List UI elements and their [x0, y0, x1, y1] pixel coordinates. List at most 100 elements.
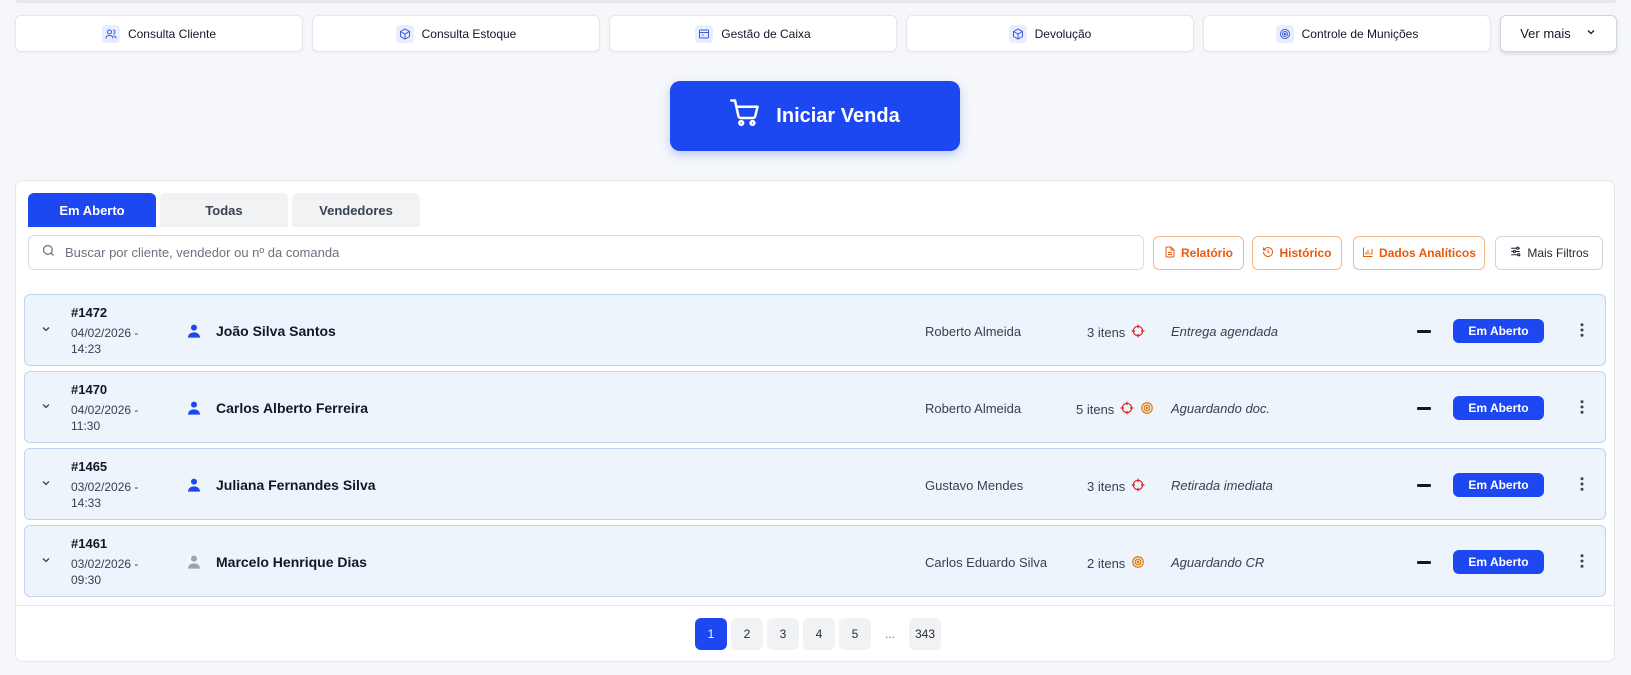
more-vertical-icon[interactable]: [1573, 475, 1591, 496]
page-button-5[interactable]: 5: [839, 618, 871, 650]
status-badge[interactable]: Em Aberto: [1453, 550, 1544, 574]
iniciar-venda-label: Iniciar Venda: [776, 104, 900, 127]
users-icon: [101, 24, 120, 43]
more-vertical-icon[interactable]: [1573, 552, 1591, 573]
order-date: 03/02/2026 -: [71, 557, 139, 571]
quick-action-label: Devolução: [1034, 26, 1092, 41]
order-tabs: Em Aberto Todas Vendedores: [28, 193, 420, 227]
box-icon: [395, 24, 414, 43]
document-icon: [1164, 246, 1176, 261]
quick-action-consulta-cliente[interactable]: Consulta Cliente: [15, 15, 303, 52]
quick-action-devolucao[interactable]: Devolução: [906, 15, 1194, 52]
relatorio-button[interactable]: Relatório: [1153, 236, 1244, 270]
dados-analiticos-label: Dados Analíticos: [1379, 246, 1476, 260]
order-date: 03/02/2026 -: [71, 480, 139, 494]
search-input[interactable]: [65, 245, 1143, 260]
quick-action-label: Consulta Estoque: [421, 26, 517, 41]
person-icon: [186, 323, 202, 342]
historico-label: Histórico: [1279, 246, 1332, 260]
chevron-down-icon[interactable]: [40, 554, 52, 569]
items-count: 2 itens: [1087, 555, 1145, 572]
items-label: 2 itens: [1087, 556, 1126, 571]
ver-mais-label: Ver mais: [1520, 26, 1571, 41]
relatorio-label: Relatório: [1180, 246, 1233, 260]
page-button-4[interactable]: 4: [803, 618, 835, 650]
quick-action-gestao-caixa[interactable]: Gestão de Caixa: [609, 15, 897, 52]
table-row[interactable]: #1472 04/02/2026 - 14:23 João Silva Santo…: [24, 294, 1606, 366]
mais-filtros-button[interactable]: Mais Filtros: [1495, 236, 1603, 270]
person-icon: [186, 477, 202, 496]
pagination: 1 2 3 4 5 ... 343: [695, 618, 941, 650]
order-date: 04/02/2026 -: [71, 403, 139, 417]
page-button-last[interactable]: 343: [909, 618, 941, 650]
quick-actions-bar: Consulta Cliente Consulta Estoque Gestão…: [15, 15, 1617, 52]
minus-icon: [1417, 330, 1431, 333]
quick-action-label: Consulta Cliente: [127, 26, 217, 41]
quick-action-controle-municoes[interactable]: Controle de Munições: [1203, 15, 1491, 52]
status-badge[interactable]: Em Aberto: [1453, 473, 1544, 497]
order-info: #1472 04/02/2026 - 14:23: [71, 305, 161, 357]
person-icon: [186, 400, 202, 419]
tab-em-aberto[interactable]: Em Aberto: [28, 193, 156, 227]
customer-name: Marcelo Henrique Dias: [216, 554, 367, 570]
crosshair-icon: [1131, 324, 1145, 341]
status-badge[interactable]: Em Aberto: [1453, 319, 1544, 343]
quick-action-label: Controle de Munições: [1301, 26, 1419, 41]
more-vertical-icon[interactable]: [1573, 321, 1591, 342]
quick-action-label: Gestão de Caixa: [721, 26, 811, 41]
cash-register-icon: [695, 24, 714, 43]
dados-analiticos-button[interactable]: Dados Analíticos: [1353, 236, 1485, 270]
status-badge[interactable]: Em Aberto: [1453, 396, 1544, 420]
tab-todas[interactable]: Todas: [160, 193, 288, 227]
historico-button[interactable]: Histórico: [1252, 236, 1342, 270]
iniciar-venda-button[interactable]: Iniciar Venda: [670, 81, 960, 151]
seller-name: Gustavo Mendes: [925, 478, 1024, 493]
customer-name: João Silva Santos: [216, 323, 336, 339]
page-button-3[interactable]: 3: [767, 618, 799, 650]
chevron-down-icon[interactable]: [40, 323, 52, 338]
pagination-divider: [16, 605, 1614, 606]
order-note: Entrega agendada: [1171, 324, 1278, 339]
minus-icon: [1417, 484, 1431, 487]
table-row[interactable]: #1461 03/02/2026 - 09:30 Marcelo Henrique…: [24, 525, 1606, 597]
chevron-down-icon: [1585, 26, 1597, 41]
table-row[interactable]: #1465 03/02/2026 - 14:33 Juliana Fernande…: [24, 448, 1606, 520]
order-time: 11:30: [71, 419, 101, 433]
order-note: Aguardando doc.: [1171, 401, 1271, 416]
crosshair-icon: [1131, 478, 1145, 495]
minus-icon: [1417, 561, 1431, 564]
search-box: [28, 235, 1144, 270]
order-time: 14:23: [71, 342, 102, 356]
quick-action-consulta-estoque[interactable]: Consulta Estoque: [312, 15, 600, 52]
page-button-2[interactable]: 2: [731, 618, 763, 650]
sliders-icon: [1509, 245, 1522, 261]
items-count: 3 itens: [1087, 324, 1145, 341]
ver-mais-dropdown[interactable]: Ver mais: [1500, 15, 1617, 52]
table-row[interactable]: #1470 04/02/2026 - 11:30 Carlos Alberto F…: [24, 371, 1606, 443]
target-icon: [1140, 401, 1154, 418]
order-number: #1472: [71, 305, 108, 320]
orders-list: #1472 04/02/2026 - 14:23 João Silva Santo…: [24, 294, 1606, 602]
order-note: Aguardando CR: [1171, 555, 1265, 570]
order-date: 04/02/2026 -: [71, 326, 139, 340]
history-icon: [1262, 246, 1274, 261]
order-info: #1465 03/02/2026 - 14:33: [71, 459, 161, 511]
orders-panel: Em Aberto Todas Vendedores Relatório His…: [15, 180, 1615, 662]
top-divider: [15, 0, 1616, 3]
tab-vendedores[interactable]: Vendedores: [292, 193, 420, 227]
cart-icon: [730, 98, 760, 134]
seller-name: Roberto Almeida: [925, 324, 1022, 339]
chevron-down-icon[interactable]: [40, 477, 52, 492]
target-icon: [1131, 555, 1145, 572]
customer-name: Carlos Alberto Ferreira: [216, 400, 368, 416]
order-time: 14:33: [71, 496, 102, 510]
chevron-down-icon[interactable]: [40, 400, 52, 415]
box-return-icon: [1008, 24, 1027, 43]
items-count: 5 itens: [1076, 401, 1154, 418]
pagination-ellipsis: ...: [884, 627, 895, 641]
page-button-1[interactable]: 1: [695, 618, 727, 650]
more-vertical-icon[interactable]: [1573, 398, 1591, 419]
target-icon: [1275, 24, 1294, 43]
items-count: 3 itens: [1087, 478, 1145, 495]
order-note: Retirada imediata: [1171, 478, 1273, 493]
